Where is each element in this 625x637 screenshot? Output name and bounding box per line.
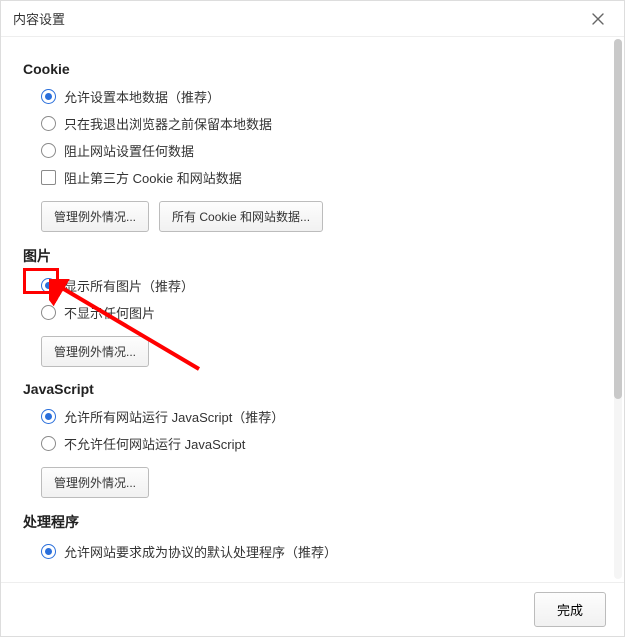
section-heading-cookie: Cookie (23, 61, 602, 77)
radio-label: 允许所有网站运行 JavaScript（推荐） (64, 407, 284, 426)
radio-icon (41, 305, 56, 320)
radio-icon (41, 436, 56, 451)
radio-label: 只在我退出浏览器之前保留本地数据 (64, 114, 272, 133)
radio-label: 阻止网站设置任何数据 (64, 141, 194, 160)
cookie-block-third-party[interactable]: 阻止第三方 Cookie 和网站数据 (41, 168, 602, 187)
radio-label: 允许网站要求成为协议的默认处理程序（推荐） (64, 542, 337, 561)
section-heading-handlers: 处理程序 (23, 512, 602, 532)
cookie-all-data-button[interactable]: 所有 Cookie 和网站数据... (159, 201, 323, 232)
radio-icon (41, 143, 56, 158)
javascript-options: 允许所有网站运行 JavaScript（推荐） 不允许任何网站运行 JavaSc… (23, 407, 602, 453)
titlebar: 内容设置 (1, 1, 624, 37)
radio-label: 不显示任何图片 (64, 303, 155, 322)
done-button[interactable]: 完成 (534, 592, 606, 627)
images-options: 显示所有图片（推荐） 不显示任何图片 (23, 276, 602, 322)
radio-icon (41, 544, 56, 559)
javascript-manage-exceptions-button[interactable]: 管理例外情况... (41, 467, 149, 498)
javascript-buttons: 管理例外情况... (23, 467, 602, 498)
radio-icon (41, 278, 56, 293)
javascript-option-block[interactable]: 不允许任何网站运行 JavaScript (41, 434, 602, 453)
dialog-content: Cookie 允许设置本地数据（推荐） 只在我退出浏览器之前保留本地数据 阻止网… (1, 37, 624, 582)
checkbox-icon (41, 170, 56, 185)
handlers-options: 允许网站要求成为协议的默认处理程序（推荐） (23, 542, 602, 561)
close-icon[interactable] (580, 1, 616, 37)
handlers-option-allow[interactable]: 允许网站要求成为协议的默认处理程序（推荐） (41, 542, 602, 561)
cookie-buttons: 管理例外情况... 所有 Cookie 和网站数据... (23, 201, 602, 232)
images-option-show-none[interactable]: 不显示任何图片 (41, 303, 602, 322)
content-settings-dialog: 内容设置 Cookie 允许设置本地数据（推荐） 只在我退出浏览器之前保留本地数… (0, 0, 625, 637)
radio-icon (41, 116, 56, 131)
images-manage-exceptions-button[interactable]: 管理例外情况... (41, 336, 149, 367)
cookie-option-block-all[interactable]: 阻止网站设置任何数据 (41, 141, 602, 160)
radio-label: 显示所有图片（推荐） (64, 276, 194, 295)
checkbox-label: 阻止第三方 Cookie 和网站数据 (64, 168, 242, 187)
cookie-option-allow-local[interactable]: 允许设置本地数据（推荐） (41, 87, 602, 106)
dialog-footer: 完成 (1, 582, 624, 636)
cookie-options: 允许设置本地数据（推荐） 只在我退出浏览器之前保留本地数据 阻止网站设置任何数据… (23, 87, 602, 187)
radio-icon (41, 409, 56, 424)
javascript-option-allow[interactable]: 允许所有网站运行 JavaScript（推荐） (41, 407, 602, 426)
images-option-show-all[interactable]: 显示所有图片（推荐） (41, 276, 602, 295)
section-heading-javascript: JavaScript (23, 381, 602, 397)
cookie-option-keep-until-exit[interactable]: 只在我退出浏览器之前保留本地数据 (41, 114, 602, 133)
radio-label: 不允许任何网站运行 JavaScript (64, 434, 245, 453)
cookie-manage-exceptions-button[interactable]: 管理例外情况... (41, 201, 149, 232)
section-heading-images: 图片 (23, 246, 602, 266)
images-buttons: 管理例外情况... (23, 336, 602, 367)
radio-label: 允许设置本地数据（推荐） (64, 87, 220, 106)
dialog-title: 内容设置 (13, 9, 65, 28)
scrollbar[interactable] (614, 39, 622, 579)
scrollbar-thumb[interactable] (614, 39, 622, 399)
radio-icon (41, 89, 56, 104)
